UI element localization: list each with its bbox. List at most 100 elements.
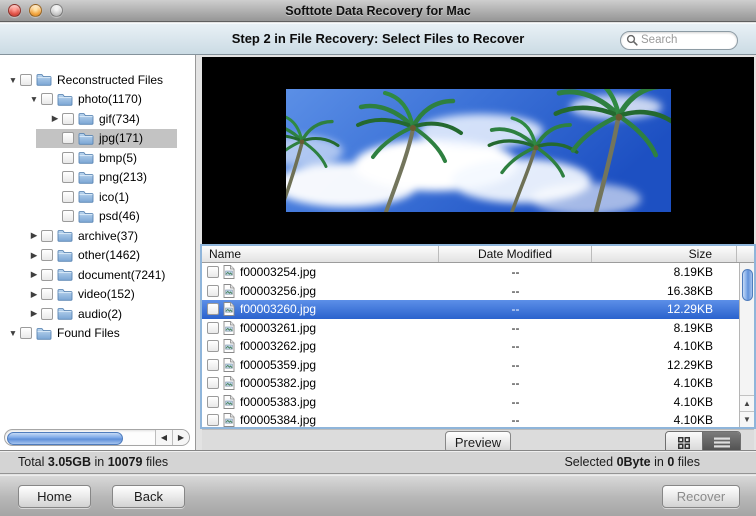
tree-item-label: gif(734) [98,112,140,126]
tree-item-checkbox[interactable] [41,249,53,261]
file-row-f00003260-jpg[interactable]: f00003260.jpg -- 12.29KB [202,300,739,319]
tree-item-checkbox[interactable] [62,171,74,183]
sidebar-item-found-files[interactable]: ▼ Found Files [0,324,195,344]
title-bar[interactable]: Softtote Data Recovery for Mac [0,0,756,22]
tree-item-checkbox[interactable] [62,191,74,203]
column-header-date-modified[interactable]: Date Modified [439,246,592,262]
selected-files-status: Selected 0Byte in 0 files [564,455,700,469]
file-size: 8.19KB [592,321,737,335]
tree-item-label: psd(46) [98,209,140,223]
file-date-modified: -- [439,302,592,316]
sidebar-item-document-7241[interactable]: ▶ document(7241) [0,265,195,285]
file-row-f00003256-jpg[interactable]: f00003256.jpg -- 16.38KB [202,282,739,301]
disclosure-icon[interactable]: ▶ [27,250,41,261]
scroll-right-button[interactable]: ▶ [172,430,189,445]
disclosure-icon[interactable]: ▶ [27,308,41,319]
file-checkbox[interactable] [207,340,219,352]
sidebar-item-other-1462[interactable]: ▶ other(1462) [0,246,195,266]
jpeg-file-icon [223,413,235,427]
column-header-size[interactable]: Size [592,246,737,262]
tree-item-checkbox[interactable] [20,327,32,339]
tree-item-label: bmp(5) [98,151,137,165]
tree-item-checkbox[interactable] [62,210,74,222]
sidebar-item-archive-37[interactable]: ▶ archive(37) [0,226,195,246]
file-row-f00005382-jpg[interactable]: f00005382.jpg -- 4.10KB [202,374,739,393]
file-size: 4.10KB [592,339,737,353]
tree-item-label: Reconstructed Files [56,73,163,87]
folder-icon [78,151,95,164]
tree-item-checkbox[interactable] [62,113,74,125]
disclosure-icon[interactable]: ▶ [27,289,41,300]
jpeg-file-icon [223,265,235,279]
file-checkbox[interactable] [207,377,219,389]
sidebar-item-photo-1170[interactable]: ▼ photo(1170) [0,90,195,110]
app-window: Softtote Data Recovery for Mac Step 2 in… [0,0,756,516]
sidebar-item-video-152[interactable]: ▶ video(152) [0,285,195,305]
scroll-left-button[interactable]: ◀ [155,430,172,445]
folder-icon [57,229,74,242]
sidebar-horizontal-scrollbar[interactable]: ◀ ▶ [4,429,190,446]
list-view-icon [714,437,730,448]
scroll-down-button[interactable]: ▼ [740,411,754,427]
tree-item-checkbox[interactable] [41,93,53,105]
tree-item-checkbox[interactable] [62,132,74,144]
scroll-up-button[interactable]: ▲ [740,395,754,411]
file-row-f00005359-jpg[interactable]: f00005359.jpg -- 12.29KB [202,356,739,375]
file-size: 16.38KB [592,284,737,298]
file-name: f00005382.jpg [240,376,316,390]
file-name: f00005383.jpg [240,395,316,409]
zoom-window-button[interactable] [50,4,63,17]
file-size: 4.10KB [592,413,737,427]
scrollbar-thumb[interactable] [7,432,123,445]
file-checkbox[interactable] [207,322,219,334]
file-row-f00003254-jpg[interactable]: f00003254.jpg -- 8.19KB [202,263,739,282]
file-date-modified: -- [439,413,592,427]
file-row-f00003262-jpg[interactable]: f00003262.jpg -- 4.10KB [202,337,739,356]
sidebar-item-reconstructed-files[interactable]: ▼ Reconstructed Files [0,70,195,90]
sidebar-item-ico-1[interactable]: ico(1) [0,187,195,207]
disclosure-icon[interactable]: ▼ [6,328,20,338]
file-checkbox[interactable] [207,303,219,315]
tree-item-checkbox[interactable] [62,152,74,164]
folder-icon [36,327,53,340]
tree-item-label: Found Files [56,326,120,340]
file-checkbox[interactable] [207,285,219,297]
back-button[interactable]: Back [112,485,185,508]
file-checkbox[interactable] [207,266,219,278]
disclosure-icon[interactable]: ▶ [48,113,62,124]
search-input[interactable] [620,31,738,50]
jpeg-file-icon [223,284,235,298]
minimize-window-button[interactable] [29,4,42,17]
disclosure-icon[interactable]: ▼ [6,75,20,85]
table-vertical-scrollbar[interactable]: ▲ ▼ [739,263,754,427]
sidebar-item-audio-2[interactable]: ▶ audio(2) [0,304,195,324]
disclosure-icon[interactable]: ▼ [27,94,41,104]
scrollbar-thumb[interactable] [742,269,753,301]
close-window-button[interactable] [8,4,21,17]
disclosure-icon[interactable]: ▶ [27,269,41,280]
tree-item-checkbox[interactable] [20,74,32,86]
file-checkbox[interactable] [207,396,219,408]
home-button[interactable]: Home [18,485,91,508]
sidebar-item-gif-734[interactable]: ▶ gif(734) [0,109,195,129]
file-name: f00005359.jpg [240,358,316,372]
file-row-f00005383-jpg[interactable]: f00005383.jpg -- 4.10KB [202,393,739,412]
file-row-f00005384-jpg[interactable]: f00005384.jpg -- 4.10KB [202,411,739,427]
sidebar-item-bmp-5[interactable]: bmp(5) [0,148,195,168]
tree-item-label: photo(1170) [77,92,142,106]
column-header-name[interactable]: Name [202,246,439,262]
file-row-f00003261-jpg[interactable]: f00003261.jpg -- 8.19KB [202,319,739,338]
sidebar-item-jpg-171[interactable]: jpg(171) [0,129,195,149]
file-checkbox[interactable] [207,359,219,371]
sidebar-item-png-213[interactable]: png(213) [0,168,195,188]
recover-button[interactable]: Recover [662,485,740,508]
file-checkbox[interactable] [207,414,219,426]
sidebar-item-psd-46[interactable]: psd(46) [0,207,195,227]
disclosure-icon[interactable]: ▶ [27,230,41,241]
tree-item-checkbox[interactable] [41,288,53,300]
tree-item-label: audio(2) [77,307,122,321]
status-bar: Total 3.05GB in 10079 files Selected 0By… [0,450,756,474]
tree-item-checkbox[interactable] [41,269,53,281]
tree-item-checkbox[interactable] [41,230,53,242]
tree-item-checkbox[interactable] [41,308,53,320]
